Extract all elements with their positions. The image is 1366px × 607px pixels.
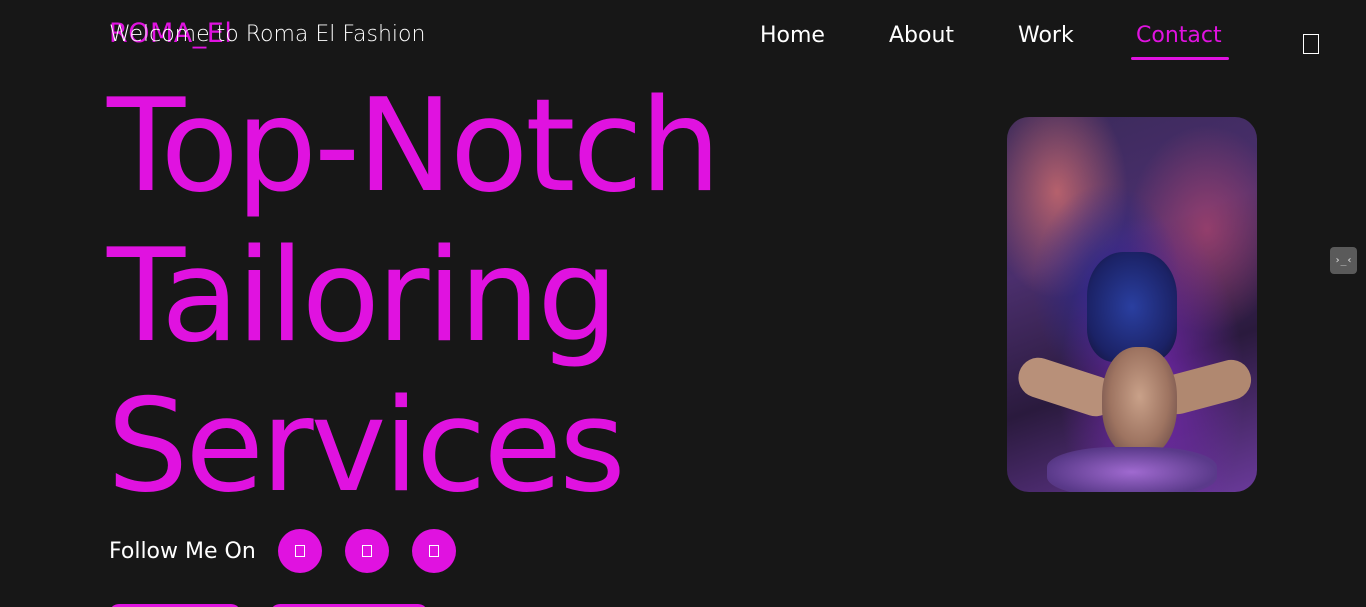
social-glyph-icon	[361, 545, 372, 557]
follow-label: Follow Me On	[109, 538, 256, 564]
social-icon-1[interactable]	[277, 529, 322, 573]
nav-contact[interactable]: Contact	[1136, 23, 1222, 49]
social-glyph-icon	[294, 545, 305, 557]
photo-flowers	[1047, 447, 1217, 492]
hero-title-line-1: Top-Notch	[107, 72, 721, 221]
page: ROMA_El Welcome to Roma El Fashion Home …	[0, 0, 1366, 607]
hero-title: Top-Notch Tailoring Services	[107, 72, 721, 522]
welcome-text: Welcome to Roma El Fashion	[109, 22, 426, 47]
social-icon-3[interactable]	[411, 529, 456, 573]
menu-icon[interactable]	[1303, 34, 1319, 54]
photo-dress	[1087, 252, 1177, 362]
social-glyph-icon	[428, 545, 439, 557]
nav-work[interactable]: Work	[1018, 23, 1074, 49]
photo-face	[1102, 347, 1177, 457]
side-widget-button[interactable]: ›_‹	[1330, 247, 1357, 274]
nav-active-underline	[1131, 57, 1229, 60]
hero-image	[1007, 117, 1257, 492]
follow-row: Follow Me On	[109, 528, 479, 574]
hero-title-line-3: Services	[107, 372, 626, 521]
nav-about[interactable]: About	[889, 23, 954, 49]
social-icon-2[interactable]	[344, 529, 389, 573]
nav-home[interactable]: Home	[760, 23, 825, 49]
hero-title-line-2: Tailoring	[107, 222, 618, 371]
